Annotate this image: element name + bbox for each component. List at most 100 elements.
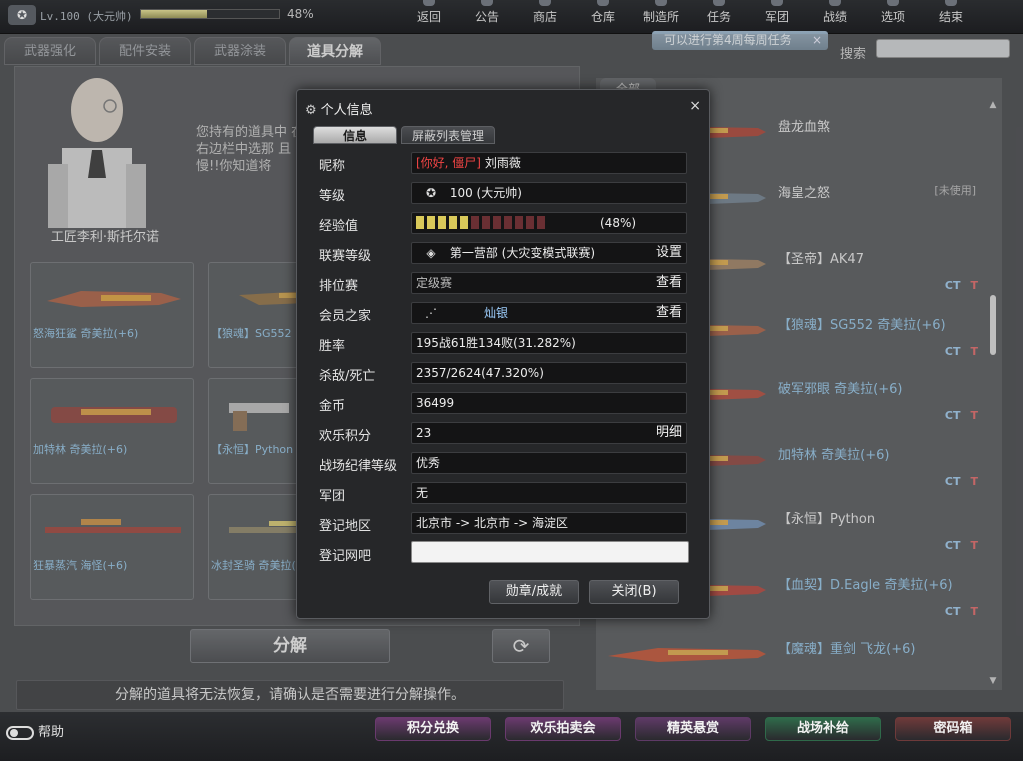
exp-block — [438, 216, 446, 229]
rank-icon: ✪ — [425, 186, 437, 200]
clan-value: 无 — [411, 482, 687, 504]
dialog-title-text: 个人信息 — [320, 103, 373, 118]
member-value: ⋰ 灿银 查看 — [411, 302, 687, 324]
region-value: 北京市 -> 北京市 -> 海淀区 — [411, 512, 687, 534]
member-label: 会员之家 — [319, 309, 372, 324]
dialog-tabs: 信息 屏蔽列表管理 — [313, 126, 499, 144]
level-value: ✪ 100 (大元帅) — [411, 182, 687, 204]
exp-block — [526, 216, 534, 229]
personal-info-dialog: ⚙ 个人信息 × 信息 屏蔽列表管理 昵称 [你好, 僵尸] 刘雨薇 等级 ✪ 1… — [296, 89, 710, 619]
dialog-title: ⚙ 个人信息 — [305, 99, 373, 118]
bottom-menu-button[interactable]: 精英悬赏 — [635, 717, 751, 741]
toggle-icon — [6, 725, 34, 740]
league-label: 联赛等级 — [319, 249, 372, 264]
nav-item[interactable]: 战绩 — [806, 0, 864, 34]
netbar-field[interactable] — [411, 541, 689, 563]
kd-value: 2357/2624(47.320%) — [411, 362, 687, 384]
winrate-label: 胜率 — [319, 339, 346, 354]
bottom-menu-button[interactable]: 积分兑换 — [375, 717, 491, 741]
exp-percent: 48% — [287, 7, 314, 21]
nav-item[interactable]: 仓库 — [574, 0, 632, 34]
member-view-button[interactable]: 查看 — [656, 303, 682, 323]
ranked-label: 排位赛 — [319, 279, 359, 294]
exp-block — [449, 216, 457, 229]
ranked-value: 定级赛 查看 — [411, 272, 687, 294]
level-label: 等级 — [319, 189, 346, 204]
fun-points-detail-button[interactable]: 明细 — [656, 423, 682, 443]
row-kd: 杀敌/死亡 2357/2624(47.320%) — [319, 362, 689, 386]
exp-value: (48%) — [411, 212, 687, 234]
bottom-menu-button[interactable]: 密码箱 — [895, 717, 1011, 741]
player-level: Lv.100 (大元帅) — [40, 10, 133, 23]
row-clan: 军团 无 — [319, 482, 689, 506]
ranked-view-button[interactable]: 查看 — [656, 273, 682, 293]
nav-item[interactable]: 商店 — [516, 0, 574, 34]
kd-label: 杀敌/死亡 — [319, 369, 376, 384]
exp-block — [471, 216, 479, 229]
gear-icon: ⚙ — [305, 103, 317, 118]
tab-info[interactable]: 信息 — [313, 126, 397, 144]
league-icon: ◈ — [426, 246, 436, 260]
dialog-close-button[interactable]: 关闭(B) — [589, 580, 679, 604]
exp-blocks — [416, 216, 548, 229]
row-nickname: 昵称 [你好, 僵尸] 刘雨薇 — [319, 152, 689, 176]
nav-item[interactable]: 选项 — [864, 0, 922, 34]
top-nav: 返回 公告 商店 仓库 制造所 任务 军团 战绩 选项 结束 — [400, 0, 980, 34]
fun-points-label: 欢乐积分 — [319, 429, 372, 444]
nickname-text: 刘雨薇 — [484, 156, 521, 170]
clan-label: 军团 — [319, 489, 346, 504]
close-icon[interactable]: × — [689, 98, 701, 114]
row-fun-points: 欢乐积分 23 明细 — [319, 422, 689, 446]
exp-progress-fill — [141, 10, 208, 18]
winrate-value: 195战61胜134败(31.282%) — [411, 332, 687, 354]
exp-block — [460, 216, 468, 229]
row-region: 登记地区 北京市 -> 北京市 -> 海淀区 — [319, 512, 689, 536]
exp-block — [482, 216, 490, 229]
bottom-menu-button[interactable]: 欢乐拍卖会 — [505, 717, 621, 741]
tab-block-list[interactable]: 屏蔽列表管理 — [401, 126, 496, 144]
row-level: 等级 ✪ 100 (大元帅) — [319, 182, 689, 206]
row-winrate: 胜率 195战61胜134败(31.282%) — [319, 332, 689, 356]
bottom-menu-button[interactable]: 战场补给 — [765, 717, 881, 741]
nav-item[interactable]: 公告 — [458, 0, 516, 34]
nickname-value: [你好, 僵尸] 刘雨薇 — [411, 152, 687, 174]
row-member: 会员之家 ⋰ 灿银 查看 — [319, 302, 689, 326]
exp-block — [537, 216, 545, 229]
nickname-label: 昵称 — [319, 159, 346, 174]
row-league: 联赛等级 ◈ 第一营部 (大灾变模式联赛) 设置 — [319, 242, 689, 266]
member-text: 灿银 — [484, 306, 509, 320]
row-ranked: 排位赛 定级赛 查看 — [319, 272, 689, 296]
exp-block — [515, 216, 523, 229]
exp-progress-bar — [140, 9, 280, 19]
nav-item[interactable]: 返回 — [400, 0, 458, 34]
top-bar: ✪ Lv.100 (大元帅) 48% 返回 公告 商店 仓库 制造所 任务 军团 战绩 选项 结束 — [0, 0, 1023, 34]
rank-badge-icon: ✪ — [8, 5, 36, 25]
help-toggle[interactable]: 帮助 — [6, 721, 64, 740]
help-label: 帮助 — [38, 725, 65, 740]
exp-block — [493, 216, 501, 229]
row-exp: 经验值 (48%) — [319, 212, 689, 236]
nickname-prefix: [你好, 僵尸] — [416, 156, 481, 170]
league-settings-button[interactable]: 设置 — [656, 243, 682, 263]
exp-label: 经验值 — [319, 219, 359, 234]
nav-item[interactable]: 结束 — [922, 0, 980, 34]
row-discipline: 战场纪律等级 优秀 — [319, 452, 689, 476]
nav-item[interactable]: 任务 — [690, 0, 748, 34]
ranked-text: 定级赛 — [416, 276, 453, 290]
exp-block — [504, 216, 512, 229]
nav-item[interactable]: 制造所 — [632, 0, 690, 34]
discipline-value: 优秀 — [411, 452, 687, 474]
member-icon: ⋰ — [425, 306, 437, 320]
medal-achievement-button[interactable]: 勋章/成就 — [489, 580, 579, 604]
exp-percent-text: (48%) — [600, 216, 637, 230]
league-value: ◈ 第一营部 (大灾变模式联赛) 设置 — [411, 242, 687, 264]
fun-points-text: 23 — [416, 426, 432, 440]
nav-item[interactable]: 军团 — [748, 0, 806, 34]
region-label: 登记地区 — [319, 519, 372, 534]
level-text: 100 (大元帅) — [449, 186, 522, 200]
gold-value: 36499 — [411, 392, 687, 414]
row-gold: 金币 36499 — [319, 392, 689, 416]
exp-block — [416, 216, 424, 229]
league-text: 第一营部 (大灾变模式联赛) — [449, 246, 596, 260]
exp-block — [427, 216, 435, 229]
